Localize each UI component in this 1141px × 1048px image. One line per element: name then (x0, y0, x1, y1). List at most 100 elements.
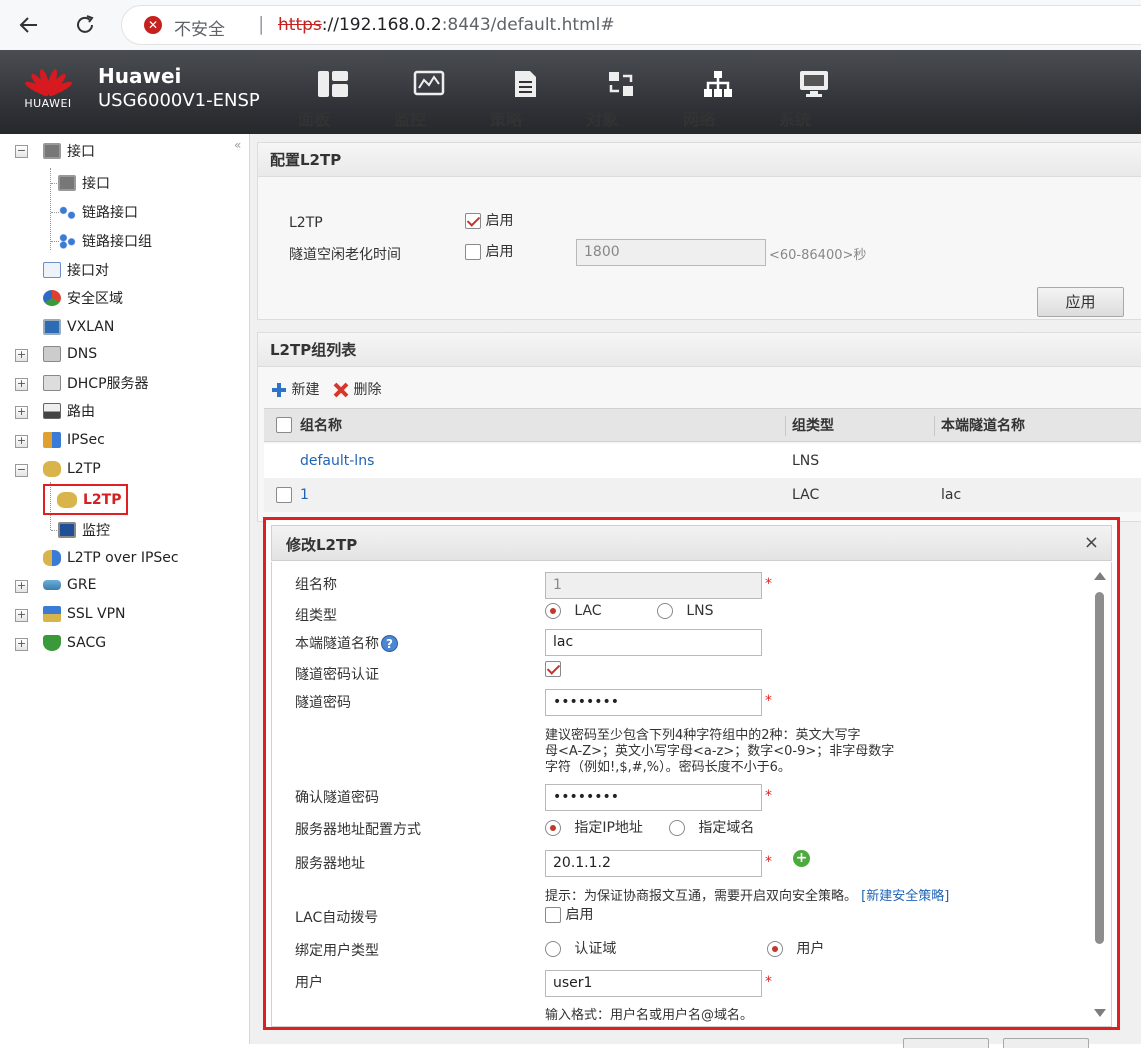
sidebar-item-ipsec[interactable]: IPSec (43, 428, 105, 452)
address-bar[interactable]: ✕ 不安全 | https://192.168.0.2:8443/default… (121, 5, 1141, 45)
tunnel-name-input[interactable]: lac (545, 629, 762, 656)
nav-system[interactable]: 系统 (779, 70, 849, 129)
idle-timeout-label: 隧道空闲老化时间 (289, 247, 401, 263)
expand-toggle-sslvpn[interactable]: + (15, 609, 28, 622)
expand-toggle-gre[interactable]: + (15, 580, 28, 593)
sidebar-item-gre[interactable]: GRE (43, 573, 96, 597)
scroll-thumb[interactable] (1095, 592, 1104, 944)
lac-autodial-checkbox[interactable]: 启用 (545, 904, 593, 924)
sacg-icon (43, 635, 61, 651)
sidebar-item-link-interface[interactable]: 链路接口 (58, 200, 138, 224)
idle-enable-checkbox[interactable]: 启用 (465, 241, 513, 261)
insecure-label[interactable]: 不安全 (174, 15, 225, 40)
group-name-link[interactable]: 1 (300, 487, 309, 503)
sidebar-item-vxlan[interactable]: VXLAN (43, 315, 114, 339)
new-security-policy-link[interactable]: [新建安全策略] (861, 889, 949, 904)
collapse-sidebar-icon[interactable]: « (234, 138, 241, 152)
apply-button[interactable]: 应用 (1037, 287, 1124, 317)
l2tp-enable-checkbox[interactable]: 启用 (465, 210, 513, 230)
reload-button[interactable] (70, 10, 100, 40)
scroll-down-icon[interactable] (1094, 1009, 1106, 1017)
server-address-input[interactable]: 20.1.1.2 (545, 850, 762, 877)
sidebar-item-interface[interactable]: 接口 (58, 171, 110, 195)
group-type-cell: LNS (792, 453, 820, 469)
group-type-lac-radio[interactable]: LAC (545, 603, 602, 619)
row-checkbox[interactable] (276, 487, 292, 503)
tunnel-password-input[interactable]: •••••••• (545, 689, 762, 716)
nav-policy[interactable]: 策略 (490, 70, 560, 129)
gre-icon (43, 580, 61, 590)
expand-toggle-l2tp[interactable]: − (15, 464, 28, 477)
tunnel-auth-checkbox[interactable] (545, 661, 561, 677)
tunnel-password-label: 隧道密码 (295, 695, 351, 711)
expand-toggle-dns[interactable]: + (15, 349, 28, 362)
nav-network[interactable]: 网络 (683, 70, 753, 129)
interface-icon (43, 143, 61, 159)
expand-toggle-interface[interactable]: − (15, 145, 28, 158)
sidebar-tree: « (0, 134, 250, 1044)
l2tp-group-panel: L2TP组列表 新建 删除 组名称 组类型 本端隧道名称 default-lns… (257, 332, 1141, 522)
sidebar-item-security-zone[interactable]: 安全区域 (43, 286, 123, 310)
interface-icon (58, 175, 76, 191)
column-header-name[interactable]: 组名称 (300, 409, 342, 443)
server-mode-ip-radio[interactable]: 指定IP地址 (545, 817, 643, 837)
sidebar-item-l2tp-group[interactable]: L2TP (43, 457, 101, 481)
dialog-cancel-button[interactable] (1003, 1038, 1089, 1048)
group-name-label: 组名称 (295, 577, 337, 593)
sidebar-item-l2tp-over-ipsec[interactable]: L2TP over IPSec (43, 546, 179, 570)
idle-timeout-input[interactable]: 1800 (576, 239, 766, 266)
back-button[interactable] (14, 10, 44, 40)
system-icon (800, 71, 828, 97)
nav-dashboard[interactable]: 面板 (298, 70, 368, 129)
sidebar-item-dhcp[interactable]: DHCP服务器 (43, 371, 149, 395)
user-input[interactable]: user1 (545, 970, 762, 997)
group-name-input[interactable]: 1 (545, 572, 762, 599)
group-type-lns-radio[interactable]: LNS (657, 603, 714, 619)
expand-toggle-ipsec[interactable]: + (15, 435, 28, 448)
sidebar-item-route[interactable]: 路由 (43, 399, 95, 423)
table-row[interactable]: 1 LAC lac (264, 478, 1141, 512)
server-mode-domain-radio[interactable]: 指定域名 (669, 817, 754, 837)
sidebar-item-dns[interactable]: DNS (43, 342, 97, 366)
close-icon[interactable]: × (1084, 532, 1099, 553)
group-type-label: 组类型 (295, 608, 337, 624)
expand-toggle-route[interactable]: + (15, 406, 28, 419)
expand-toggle-sacg[interactable]: + (15, 638, 28, 651)
brand-name: Huawei (98, 64, 182, 88)
sidebar-item-link-interface-group[interactable]: 链路接口组 (58, 229, 152, 253)
dialog-title: 修改L2TP (286, 536, 358, 554)
address-separator: | (258, 13, 265, 35)
delete-group-button[interactable]: 删除 (333, 379, 381, 399)
select-all-checkbox[interactable] (276, 417, 292, 433)
bind-user-type-domain-radio[interactable]: 认证域 (545, 938, 616, 958)
dialog-scrollbar[interactable] (1092, 572, 1108, 1017)
sidebar-item-interface-group[interactable]: 接口 (43, 139, 95, 163)
ipsec-icon (43, 432, 61, 448)
sidebar-item-l2tp[interactable]: L2TP (57, 488, 121, 512)
group-name-link[interactable]: default-lns (300, 453, 374, 469)
sidebar-item-ssl-vpn[interactable]: SSL VPN (43, 602, 126, 626)
security-warning-icon[interactable]: ✕ (144, 16, 162, 34)
column-header-type[interactable]: 组类型 (792, 409, 834, 443)
url-text[interactable]: https://192.168.0.2:8443/default.html# (278, 15, 615, 35)
nav-object[interactable]: 对象 (586, 70, 656, 129)
expand-toggle-dhcp[interactable]: + (15, 378, 28, 391)
help-icon[interactable]: ? (381, 635, 398, 652)
group-type-cell: LAC (792, 487, 820, 503)
add-server-icon[interactable]: + (793, 850, 810, 867)
l2tp-icon (43, 461, 61, 477)
sidebar-item-interface-pair[interactable]: 接口对 (43, 258, 109, 282)
table-row[interactable]: default-lns LNS (264, 444, 1141, 478)
sidebar-item-l2tp-monitor[interactable]: 监控 (58, 518, 110, 542)
scroll-up-icon[interactable] (1094, 572, 1106, 580)
bind-user-type-user-radio[interactable]: 用户 (767, 938, 824, 958)
dialog-ok-button[interactable] (903, 1038, 989, 1048)
new-group-button[interactable]: 新建 (271, 379, 319, 399)
l2tp-label: L2TP (289, 215, 323, 231)
nav-monitor[interactable]: 监控 (394, 70, 464, 129)
confirm-password-input[interactable]: •••••••• (545, 784, 762, 811)
dialog-body: 组名称 1 * 组类型 LAC LNS 本端隧道名称? lac 隧道密码认证 隧… (271, 562, 1112, 1027)
column-header-tunnel[interactable]: 本端隧道名称 (941, 409, 1025, 443)
vxlan-icon (43, 319, 61, 335)
sidebar-item-sacg[interactable]: SACG (43, 631, 106, 655)
